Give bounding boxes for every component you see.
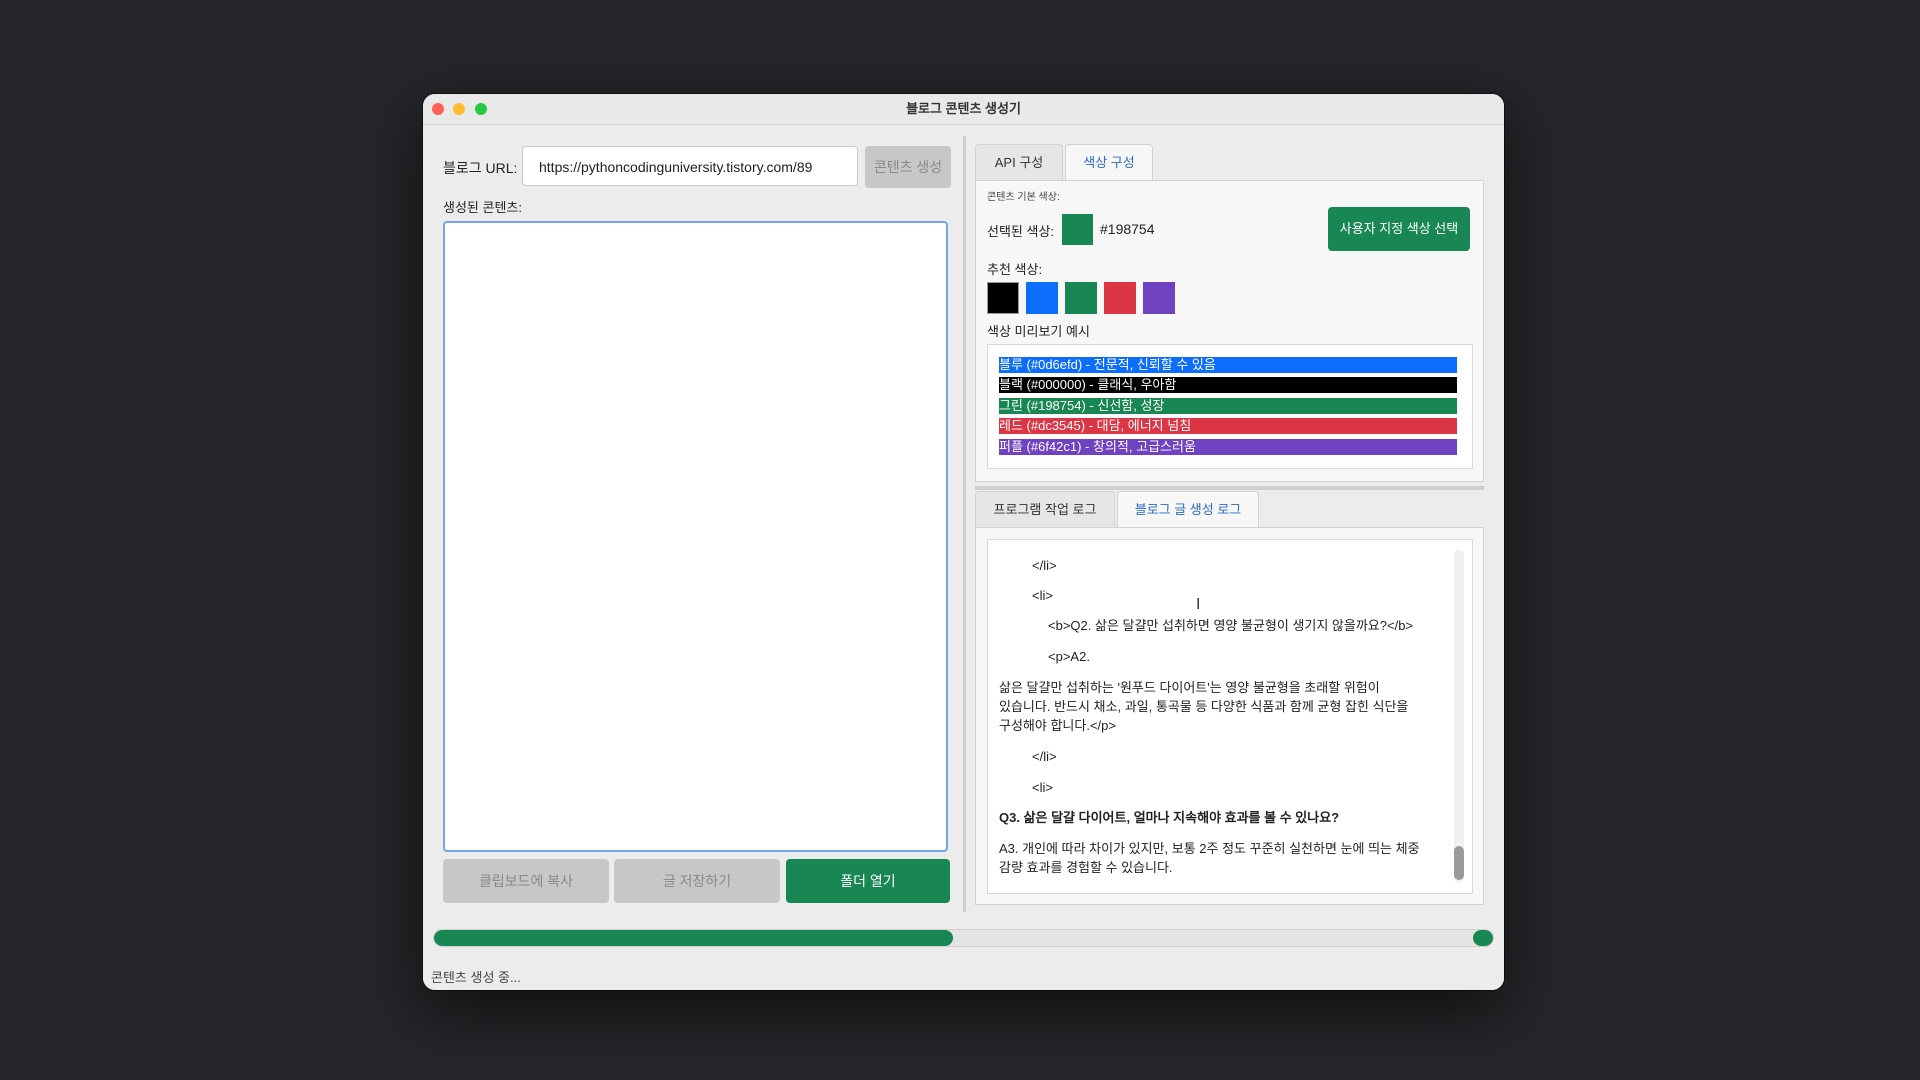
selected-color-swatch	[1062, 214, 1093, 245]
log-scrollbar-thumb[interactable]	[1454, 846, 1464, 880]
save-post-button[interactable]: 글 저장하기	[614, 859, 780, 903]
window-title: 블로그 콘텐츠 생성기	[906, 101, 1021, 116]
preview-row-red: 레드 (#dc3545) - 대담, 에너지 넘침	[999, 418, 1457, 434]
generated-content-textarea[interactable]	[443, 221, 948, 852]
text-cursor-icon: I	[1196, 596, 1201, 613]
progress-bar	[433, 929, 1494, 947]
log-line: 있습니다. 반드시 채소, 과일, 통곡물 등 다양한 식품과 함께 균형 잡힌…	[999, 699, 1409, 714]
selected-color-hex: #198754	[1100, 221, 1155, 237]
app-window: 블로그 콘텐츠 생성기 블로그 URL: https://pythoncodin…	[423, 94, 1504, 990]
log-line: <p>A2.	[1048, 649, 1090, 664]
tab-blog-log[interactable]: 블로그 글 생성 로그	[1117, 491, 1259, 527]
url-label: 블로그 URL:	[443, 160, 518, 176]
custom-color-button[interactable]: 사용자 지정 색상 선택	[1328, 207, 1470, 251]
swatch-green[interactable]	[1065, 282, 1097, 314]
log-line: <li>	[1032, 588, 1053, 603]
log-line: A3. 개인에 따라 차이가 있지만, 보통 2주 정도 꾸준히 실천하면 눈에…	[999, 841, 1420, 856]
preview-row-blue: 블루 (#0d6efd) - 전문적, 신뢰할 수 있음	[999, 357, 1457, 373]
log-line: 삶은 달걀만 섭취하는 '원푸드 다이어트'는 영양 불균형을 초래할 위험이	[999, 680, 1380, 695]
open-folder-button[interactable]: 폴더 열기	[786, 859, 950, 903]
title-bar: 블로그 콘텐츠 생성기	[423, 94, 1504, 125]
copy-to-clipboard-button[interactable]: 클립보드에 복사	[443, 859, 609, 903]
tab-color-config[interactable]: 색상 구성	[1065, 144, 1153, 180]
zoom-window-button[interactable]	[475, 103, 487, 115]
recommended-colors-label: 추천 색상:	[987, 262, 1043, 277]
preview-row-black: 블랙 (#000000) - 클래식, 우아함	[999, 377, 1457, 393]
swatch-black[interactable]	[987, 282, 1019, 314]
log-line: Q3. 삶은 달걀 다이어트, 얼마나 지속해야 효과를 볼 수 있나요?	[999, 810, 1340, 825]
log-panel: </li> <li> <b>Q2. 삶은 달걀만 섭취하면 영양 불균형이 생기…	[975, 527, 1484, 905]
tab-api-config[interactable]: API 구성	[975, 144, 1063, 180]
progress-end-cap	[1473, 930, 1493, 946]
tab-program-log[interactable]: 프로그램 작업 로그	[975, 491, 1115, 527]
swatch-blue[interactable]	[1026, 282, 1058, 314]
log-line: </li>	[1032, 749, 1057, 764]
swatch-red[interactable]	[1104, 282, 1136, 314]
color-preview-label: 색상 미리보기 예시	[987, 324, 1090, 339]
minimize-window-button[interactable]	[453, 103, 465, 115]
log-line: <b>Q2. 삶은 달걀만 섭취하면 영양 불균형이 생기지 않을까요?</b>	[1048, 618, 1414, 633]
preview-row-purple: 퍼플 (#6f42c1) - 창의적, 고급스러움	[999, 439, 1457, 455]
log-line: 구성해야 합니다.</p>	[999, 718, 1116, 733]
swatch-purple[interactable]	[1143, 282, 1175, 314]
log-line: </li>	[1032, 558, 1057, 573]
preview-row-green: 그린 (#198754) - 신선함, 성장	[999, 398, 1457, 414]
content-label: 생성된 콘텐츠:	[443, 200, 522, 215]
log-line: 감량 효과를 경험할 수 있습니다.	[999, 860, 1173, 875]
log-line: <li>	[1032, 780, 1053, 795]
color-section-title: 콘텐츠 기본 색상:	[987, 192, 1060, 203]
progress-fill	[434, 930, 953, 946]
recommended-colors-row	[987, 282, 1187, 314]
log-textarea[interactable]: </li> <li> <b>Q2. 삶은 달걀만 섭취하면 영양 불균형이 생기…	[987, 539, 1473, 894]
generate-content-button[interactable]: 콘텐츠 생성	[865, 146, 951, 188]
status-bar: 콘텐츠 생성 중...	[423, 965, 1504, 990]
selected-color-label: 선택된 색상:	[987, 224, 1055, 239]
color-config-panel: 콘텐츠 기본 색상: 선택된 색상: #198754 사용자 지정 색상 선택 …	[975, 180, 1484, 482]
vertical-splitter[interactable]	[975, 486, 1484, 490]
close-window-button[interactable]	[432, 103, 444, 115]
url-input[interactable]: https://pythoncodinguniversity.tistory.c…	[522, 146, 858, 186]
pane-splitter[interactable]	[963, 136, 966, 912]
log-scrollbar[interactable]	[1454, 550, 1464, 883]
color-preview-box: 블루 (#0d6efd) - 전문적, 신뢰할 수 있음 블랙 (#000000…	[987, 344, 1473, 469]
